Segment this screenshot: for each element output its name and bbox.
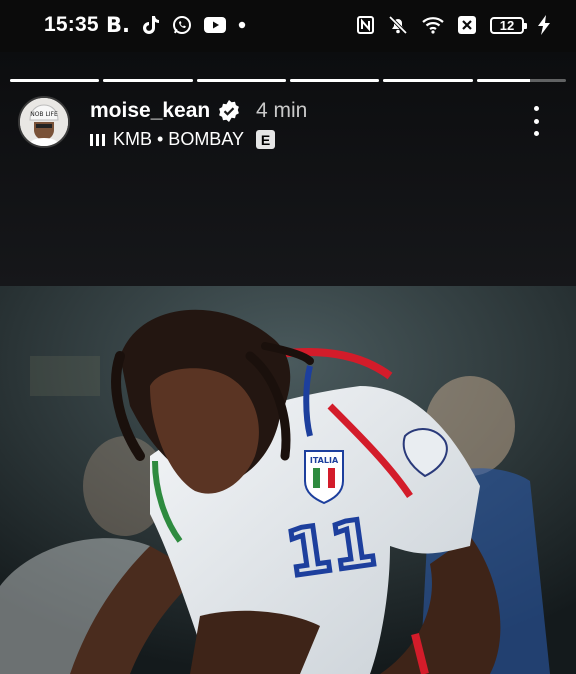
story-username[interactable]: moise_kean bbox=[90, 99, 210, 123]
story-time-ago: 4 min bbox=[256, 99, 308, 122]
progress-segment bbox=[289, 79, 380, 82]
nfc-icon bbox=[357, 16, 374, 34]
more-vertical-icon[interactable] bbox=[526, 106, 546, 136]
progress-segment bbox=[196, 79, 286, 82]
story-progress bbox=[10, 79, 566, 82]
progress-segment-fill bbox=[289, 79, 380, 82]
status-left-icons: B. bbox=[106, 12, 246, 38]
tiktok-icon bbox=[142, 16, 159, 34]
photo-illustration: ITALIA 11 bbox=[0, 286, 576, 674]
progress-segment bbox=[10, 79, 100, 82]
story-viewer[interactable]: NOB LIFE moise_kean 4 min KMB • BOMBAY E bbox=[0, 52, 576, 674]
status-time: 15:35 bbox=[44, 13, 99, 36]
progress-segment-fill bbox=[476, 79, 531, 82]
avatar[interactable]: NOB LIFE bbox=[18, 96, 70, 148]
story-header: NOB LIFE moise_kean 4 min KMB • BOMBAY E bbox=[18, 96, 558, 156]
battery-icon: 12 bbox=[490, 16, 527, 34]
wifi-icon bbox=[422, 17, 444, 34]
story-photo[interactable]: ITALIA 11 bbox=[0, 286, 576, 674]
crest-label: ITALIA bbox=[310, 456, 339, 465]
progress-segment bbox=[476, 79, 566, 82]
progress-segment bbox=[383, 79, 473, 82]
progress-segment-fill bbox=[103, 79, 193, 82]
b-app-icon: B. bbox=[106, 13, 130, 37]
jersey-number: 11 bbox=[282, 506, 380, 592]
charging-icon bbox=[538, 15, 550, 35]
status-right-icons: 12 bbox=[357, 12, 550, 38]
notification-dot-icon bbox=[238, 21, 246, 29]
progress-segment-fill bbox=[196, 79, 286, 82]
progress-segment-fill bbox=[383, 79, 473, 82]
battery-level: 12 bbox=[499, 17, 515, 33]
progress-segment bbox=[103, 79, 193, 82]
music-label: KMB • BOMBAY bbox=[113, 129, 244, 149]
music-attribution[interactable]: KMB • BOMBAY E bbox=[90, 129, 275, 150]
mute-icon bbox=[388, 15, 408, 35]
close-box-icon bbox=[458, 16, 476, 34]
explicit-badge: E bbox=[256, 130, 275, 149]
avatar-image: NOB LIFE bbox=[20, 98, 68, 146]
whatsapp-icon bbox=[172, 16, 191, 34]
verified-badge-icon bbox=[219, 100, 239, 122]
status-bar: 15:35 B. 12 bbox=[0, 0, 576, 52]
music-bars-icon bbox=[90, 133, 105, 146]
youtube-icon bbox=[203, 17, 226, 33]
progress-segment-fill bbox=[10, 79, 100, 82]
svg-text:NOB LIFE: NOB LIFE bbox=[30, 111, 58, 118]
